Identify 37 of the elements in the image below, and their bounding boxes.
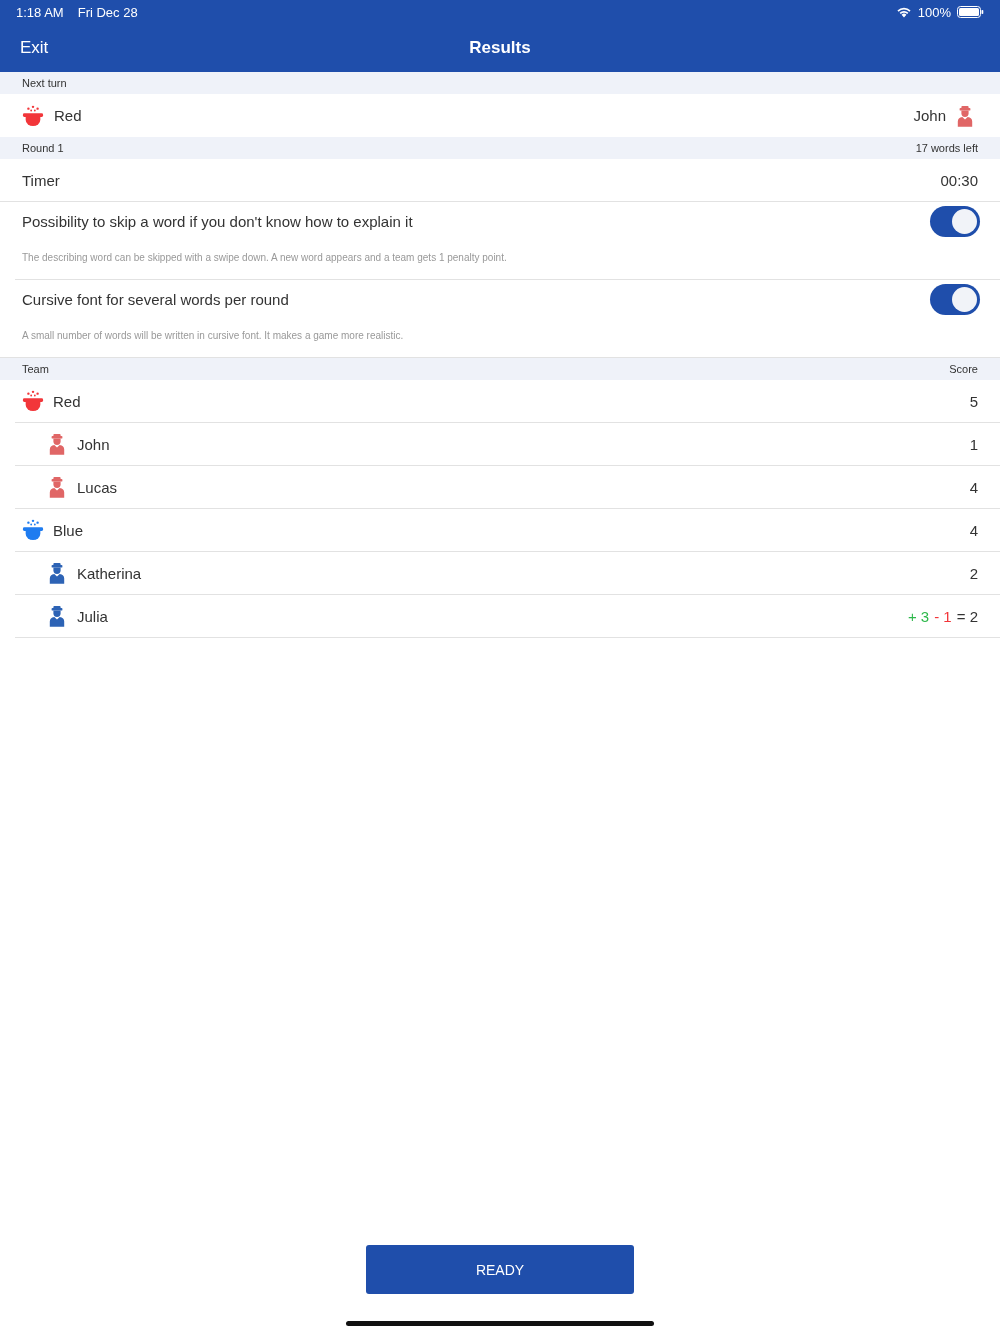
setting-description: A small number of words will be written in cursive font. It makes a game more realistic.	[22, 330, 405, 341]
toggle-switch[interactable]	[930, 205, 980, 237]
team-name: Blue	[53, 521, 84, 539]
player-name: John	[913, 107, 946, 124]
words-left: 17 words left	[915, 142, 978, 154]
setting-label: Possibility to skip a word if you don't know how to explain it	[22, 212, 413, 230]
player-name: Lucas	[77, 478, 118, 496]
timer-value: 00:30	[940, 171, 978, 189]
wifi-icon	[895, 6, 912, 18]
score-value: = 2	[956, 607, 978, 625]
section-header: Next turn	[22, 77, 67, 89]
toggle-switch[interactable]	[930, 283, 980, 315]
team-name: Red	[53, 392, 81, 410]
team-name: Red	[54, 107, 82, 124]
screen-title: Results	[469, 38, 531, 58]
score-value: 1	[969, 435, 978, 453]
status-date: Fri Dec 28	[77, 4, 138, 20]
player-name: John	[77, 435, 110, 453]
timer-label: Timer	[22, 171, 60, 189]
score-value: 2	[969, 564, 978, 582]
player-name: Julia	[77, 607, 108, 625]
column-header: Team	[22, 363, 49, 375]
battery-percent: 100%	[917, 4, 951, 20]
score-value: 5	[969, 392, 978, 410]
exit-button[interactable]: Exit	[20, 38, 49, 58]
score-value: + 3	[907, 607, 930, 625]
score-value: - 1	[934, 607, 952, 625]
setting-label: Cursive font for several words per round	[22, 290, 289, 308]
setting-description: The describing word can be skipped with a swipe down. A new word appears and a team gets 1 penalty point.	[22, 252, 508, 263]
battery-icon	[957, 6, 984, 18]
score-value: 4	[969, 521, 978, 539]
column-header: Score	[949, 363, 978, 375]
score-value: 4	[969, 478, 978, 496]
section-header: Round 1	[22, 142, 64, 154]
status-time: 1:18 AM	[16, 4, 64, 20]
ready-button[interactable]: READY	[366, 1245, 634, 1294]
player-name: Katherina	[77, 564, 142, 582]
